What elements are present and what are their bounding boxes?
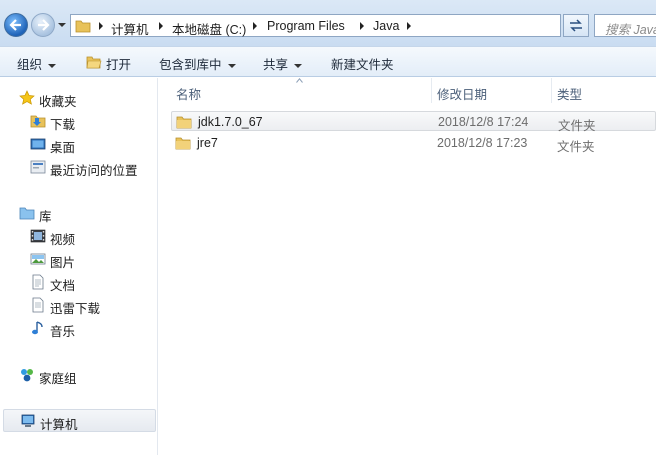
nav-videos-label: 视频 (50, 233, 76, 247)
file-modified: 2018/12/8 17:23 (437, 136, 528, 150)
nav-computer-label: 计算机 (40, 418, 78, 432)
chevron-down-icon (227, 63, 236, 68)
forward-arrow-icon (38, 19, 50, 31)
breadcrumb-program-files[interactable]: Program Files (267, 19, 345, 33)
nav-libraries[interactable]: 库 (19, 203, 169, 224)
folder-icon (75, 20, 91, 33)
nav-desktop[interactable]: 桌面 (30, 134, 180, 155)
column-separator[interactable] (551, 78, 552, 103)
column-header-type-label: 类型 (557, 88, 583, 102)
file-row-jre[interactable]: jre7 2018/12/8 17:23 文件夹 (171, 133, 656, 154)
address-row: 计算机 本地磁盘 (C:) Program Files Java 搜索 Java (0, 0, 656, 46)
nav-xunlei-downloads-label: 迅雷下载 (50, 302, 101, 316)
search-placeholder: 搜索 Java (605, 23, 656, 37)
back-arrow-icon (9, 19, 21, 31)
refresh-arrows-icon (570, 19, 582, 32)
chevron-right-icon[interactable] (405, 21, 413, 31)
nav-desktop-label: 桌面 (50, 141, 76, 155)
sort-ascending-icon (296, 78, 303, 83)
nav-recent-places[interactable]: 最近访问的位置 (30, 157, 180, 178)
nav-music-label: 音乐 (50, 325, 76, 339)
nav-downloads[interactable]: 下载 (30, 111, 180, 132)
music-note-icon (32, 321, 43, 335)
breadcrumb-java[interactable]: Java (373, 19, 399, 33)
file-modified: 2018/12/8 17:24 (438, 115, 529, 129)
navigation-pane: 收藏夹 下载 桌面 最近访问的位置 库 视频 图片 文档 迅雷下载 音乐 家庭组… (0, 78, 158, 455)
share-menu[interactable]: 共享 (263, 54, 303, 73)
homegroup-icon (21, 369, 33, 382)
nav-documents-label: 文档 (50, 279, 76, 293)
library-folder-icon (19, 207, 35, 220)
nav-pictures[interactable]: 图片 (30, 249, 180, 270)
share-label: 共享 (263, 58, 289, 72)
include-in-library-label: 包含到库中 (159, 58, 222, 72)
nav-recent-places-label: 最近访问的位置 (50, 164, 138, 178)
nav-computer[interactable]: 计算机 (3, 409, 156, 432)
address-bar[interactable]: 计算机 本地磁盘 (C:) Program Files Java (70, 14, 628, 38)
forward-button[interactable] (31, 13, 55, 37)
nav-pictures-label: 图片 (50, 256, 76, 270)
nav-videos[interactable]: 视频 (30, 226, 180, 247)
open-button[interactable]: 打开 (106, 54, 131, 73)
nav-downloads-label: 下载 (50, 118, 76, 132)
recent-pages-chevron-icon[interactable] (57, 20, 67, 30)
column-separator[interactable] (431, 78, 432, 103)
column-header-name-label: 名称 (176, 88, 202, 102)
pictures-library-icon (30, 253, 46, 265)
nav-favorites[interactable]: 收藏夹 (19, 88, 169, 109)
desktop-icon (30, 138, 46, 150)
organize-label: 组织 (17, 58, 43, 72)
chevron-right-icon[interactable] (251, 21, 259, 31)
breadcrumb-computer[interactable]: 计算机 (111, 19, 149, 38)
organize-menu[interactable]: 组织 (17, 54, 57, 73)
xunlei-downloads-icon (32, 297, 44, 313)
back-button[interactable] (4, 13, 28, 37)
video-library-icon (30, 229, 46, 243)
file-type: 文件夹 (557, 140, 595, 154)
file-name: jdk1.7.0_67 (198, 115, 263, 129)
new-folder-button[interactable]: 新建文件夹 (331, 54, 394, 73)
search-input[interactable]: 搜索 Java (594, 14, 656, 37)
computer-icon (21, 414, 35, 427)
file-name: jre7 (197, 136, 218, 150)
folder-icon (175, 137, 191, 150)
nav-homegroup-label: 家庭组 (39, 372, 77, 386)
open-folder-icon (86, 56, 102, 69)
recent-places-icon (30, 160, 46, 174)
command-bar: 组织 打开 包含到库中 共享 新建文件夹 (0, 46, 656, 77)
chevron-down-icon (48, 63, 57, 68)
nav-libraries-label: 库 (39, 210, 52, 224)
documents-library-icon (32, 274, 44, 290)
column-header-modified-label: 修改日期 (437, 88, 488, 102)
downloads-folder-icon (30, 115, 46, 128)
chevron-right-icon[interactable] (97, 21, 105, 31)
nav-favorites-label: 收藏夹 (39, 95, 77, 109)
star-icon (19, 90, 35, 105)
nav-documents[interactable]: 文档 (30, 272, 180, 293)
file-list: 名称 修改日期 类型 jdk1.7.0_67 2018/12/8 17:24 文… (159, 78, 656, 455)
chevron-down-icon (294, 63, 303, 68)
nav-music[interactable]: 音乐 (30, 318, 180, 339)
refresh-button[interactable] (563, 14, 589, 37)
nav-xunlei-downloads[interactable]: 迅雷下载 (30, 295, 180, 316)
nav-homegroup[interactable]: 家庭组 (19, 365, 169, 386)
folder-icon (176, 116, 192, 129)
chevron-right-icon[interactable] (157, 21, 165, 31)
file-row-jdk[interactable]: jdk1.7.0_67 2018/12/8 17:24 文件夹 (171, 111, 656, 133)
chevron-right-icon[interactable] (358, 21, 366, 31)
include-in-library-menu[interactable]: 包含到库中 (159, 54, 236, 73)
breadcrumb-local-disk[interactable]: 本地磁盘 (C:) (172, 19, 246, 38)
file-type: 文件夹 (558, 119, 596, 133)
